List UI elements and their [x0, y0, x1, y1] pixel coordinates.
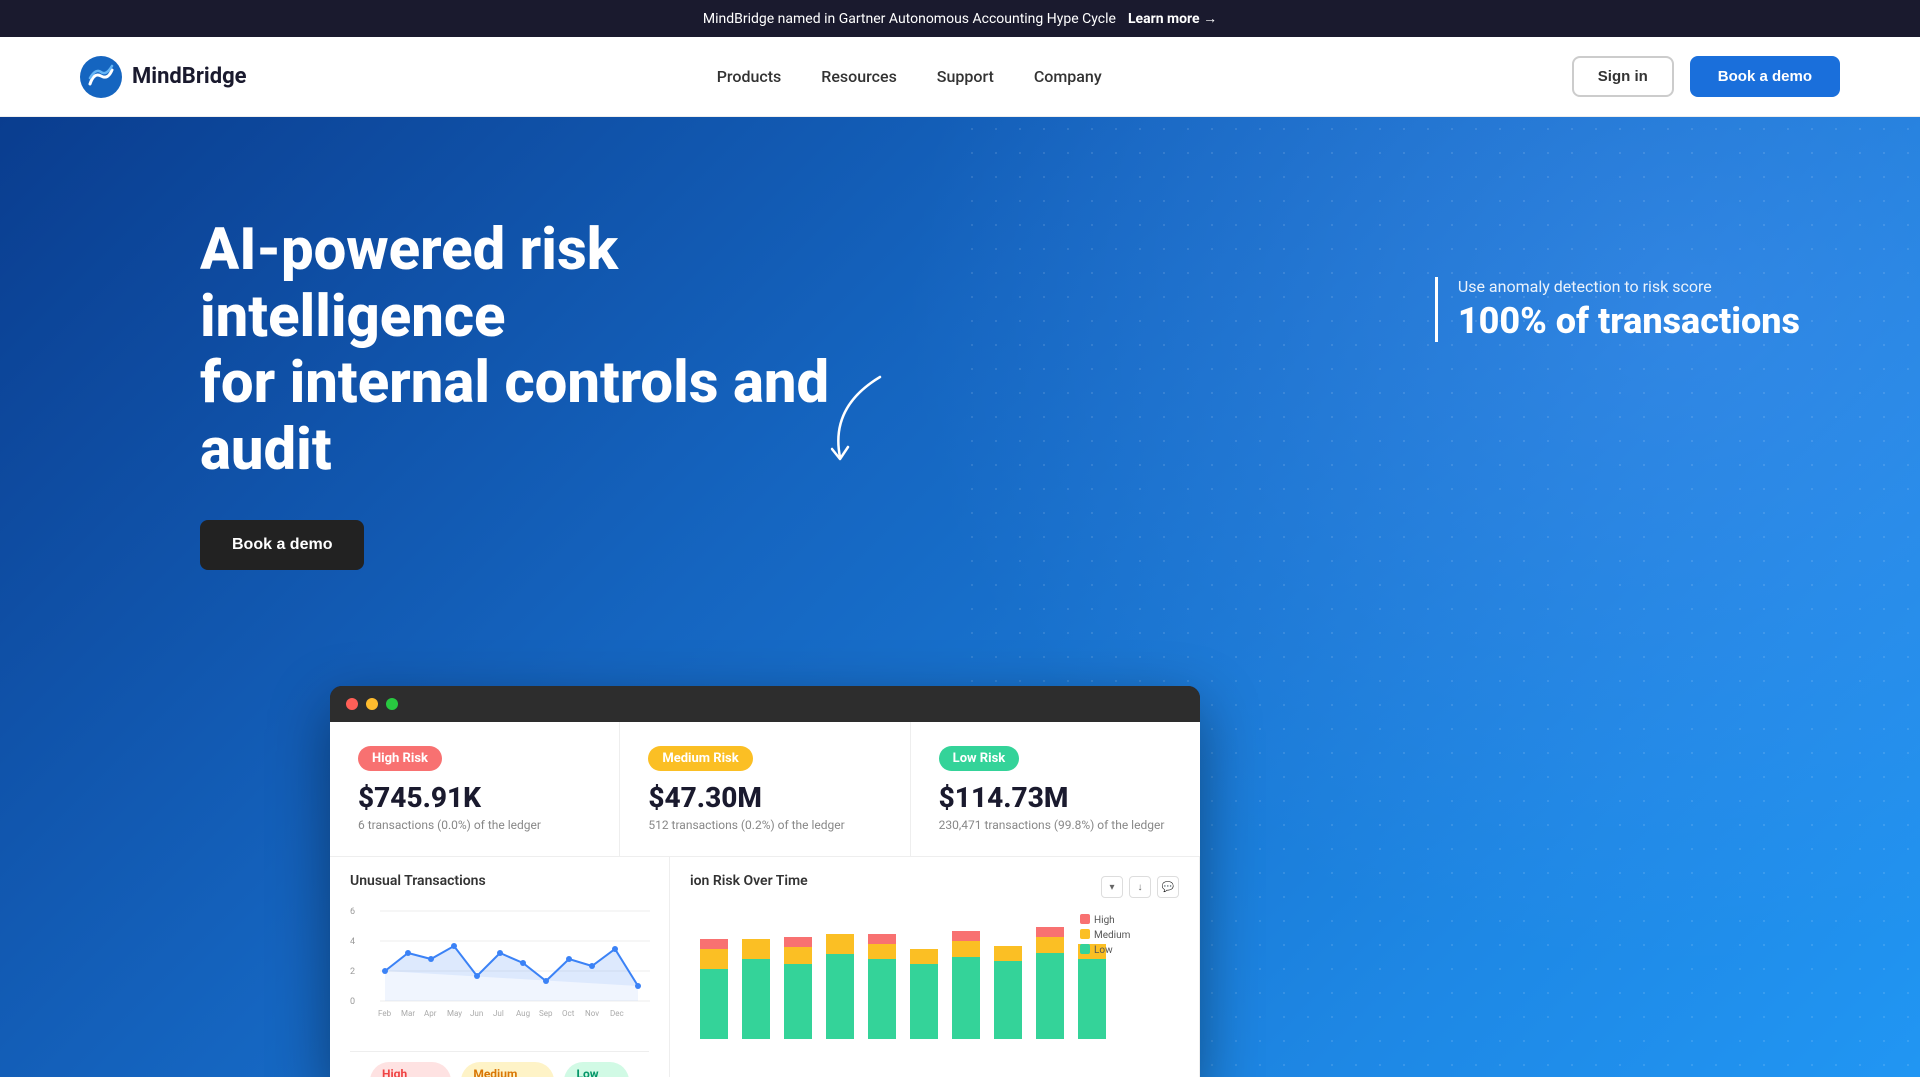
low-risk-badge: Low Risk — [939, 746, 1020, 771]
svg-text:Jun: Jun — [470, 1009, 483, 1018]
mockup-titlebar — [330, 686, 1200, 722]
low-risk-amount: $114.73M — [939, 781, 1172, 814]
chart-download-button[interactable]: ↓ — [1129, 876, 1151, 898]
stat-callout-value: 100% of transactions — [1458, 300, 1800, 342]
svg-text:0: 0 — [350, 997, 355, 1007]
chart-filter-button[interactable]: ▾ — [1101, 876, 1123, 898]
svg-text:Oct: Oct — [562, 1009, 575, 1018]
book-demo-hero-button[interactable]: Book a demo — [200, 520, 364, 570]
risk-card-medium: Medium Risk $47.30M 512 transactions (0.… — [620, 722, 910, 856]
nav-resources[interactable]: Resources — [821, 67, 897, 86]
medium-risk-badge: Medium Risk — [648, 746, 752, 771]
svg-text:6: 6 — [350, 907, 355, 917]
risk-over-time-title: ion Risk Over Time — [690, 873, 808, 889]
svg-text:Sep: Sep — [539, 1009, 553, 1018]
badge-high-pct: High 100% — [370, 1062, 451, 1077]
risk-card-low: Low Risk $114.73M 230,471 transactions (… — [911, 722, 1200, 856]
risk-cards-row: High Risk $745.91K 6 transactions (0.0%)… — [330, 722, 1200, 857]
unusual-transactions-panel: Unusual Transactions 6 4 2 0 — [330, 857, 670, 1077]
charts-row: Unusual Transactions 6 4 2 0 — [330, 857, 1200, 1077]
nav-company[interactable]: Company — [1034, 67, 1102, 86]
hero-content: AI-powered risk intelligence for interna… — [200, 217, 900, 570]
line-chart: 6 4 2 0 — [350, 901, 649, 1051]
window-dot-green — [386, 698, 398, 710]
svg-text:Low: Low — [1094, 945, 1113, 956]
logo-text: MindBridge — [132, 64, 247, 89]
nav-actions: Sign in Book a demo — [1572, 56, 1840, 97]
high-risk-badge: High Risk — [358, 746, 442, 771]
bottom-badges: High 100% Medium 17% Low 0% — [350, 1051, 649, 1077]
medium-risk-amount: $47.30M — [648, 781, 881, 814]
navbar: MindBridge Products Resources Support Co… — [0, 37, 1920, 117]
signin-button[interactable]: Sign in — [1572, 56, 1674, 97]
svg-text:May: May — [447, 1009, 462, 1018]
chart-controls: ▾ ↓ 💬 — [1101, 876, 1179, 898]
svg-text:Medium: Medium — [1094, 930, 1131, 941]
curved-arrow — [820, 367, 900, 491]
svg-text:Nov: Nov — [585, 1009, 599, 1018]
risk-over-time-panel: ion Risk Over Time ▾ ↓ 💬 — [670, 857, 1200, 1077]
dashboard-mockup: High Risk $745.91K 6 transactions (0.0%)… — [330, 686, 1200, 1077]
mindbridge-logo-icon — [80, 56, 122, 98]
bar-chart: High Medium Low — [690, 909, 1179, 1063]
hero-section: AI-powered risk intelligence for interna… — [0, 117, 1920, 1077]
svg-text:4: 4 — [350, 937, 355, 947]
svg-text:Dec: Dec — [610, 1009, 624, 1018]
risk-card-high: High Risk $745.91K 6 transactions (0.0%)… — [330, 722, 620, 856]
unusual-transactions-title: Unusual Transactions — [350, 873, 649, 889]
book-demo-nav-button[interactable]: Book a demo — [1690, 56, 1840, 97]
hero-title: AI-powered risk intelligence for interna… — [200, 217, 900, 484]
svg-text:High: High — [1094, 915, 1115, 926]
banner-text: MindBridge named in Gartner Autonomous A… — [703, 11, 1116, 27]
chart-header: ion Risk Over Time ▾ ↓ 💬 — [690, 873, 1179, 901]
stat-callout: Use anomaly detection to risk score 100%… — [1435, 277, 1800, 342]
window-dot-yellow — [366, 698, 378, 710]
nav-links: Products Resources Support Company — [717, 67, 1102, 86]
svg-text:Feb: Feb — [378, 1009, 392, 1018]
stat-callout-label: Use anomaly detection to risk score — [1458, 277, 1800, 296]
medium-risk-desc: 512 transactions (0.2%) of the ledger — [648, 818, 881, 832]
svg-text:Mar: Mar — [401, 1009, 415, 1018]
logo[interactable]: MindBridge — [80, 56, 247, 98]
svg-text:Jul: Jul — [493, 1009, 504, 1018]
window-dot-red — [346, 698, 358, 710]
high-risk-desc: 6 transactions (0.0%) of the ledger — [358, 818, 591, 832]
svg-text:2: 2 — [350, 967, 355, 977]
chart-comment-button[interactable]: 💬 — [1157, 876, 1179, 898]
banner-cta[interactable]: Learn more → — [1128, 10, 1217, 27]
badge-low-pct: Low 0% — [564, 1062, 629, 1077]
low-risk-desc: 230,471 transactions (99.8%) of the ledg… — [939, 818, 1172, 832]
badge-medium-pct: Medium 17% — [461, 1062, 554, 1077]
nav-support[interactable]: Support — [937, 67, 994, 86]
svg-text:Apr: Apr — [424, 1009, 437, 1018]
nav-products[interactable]: Products — [717, 67, 782, 86]
svg-text:Aug: Aug — [516, 1009, 530, 1018]
top-banner: MindBridge named in Gartner Autonomous A… — [0, 0, 1920, 37]
high-risk-amount: $745.91K — [358, 781, 591, 814]
